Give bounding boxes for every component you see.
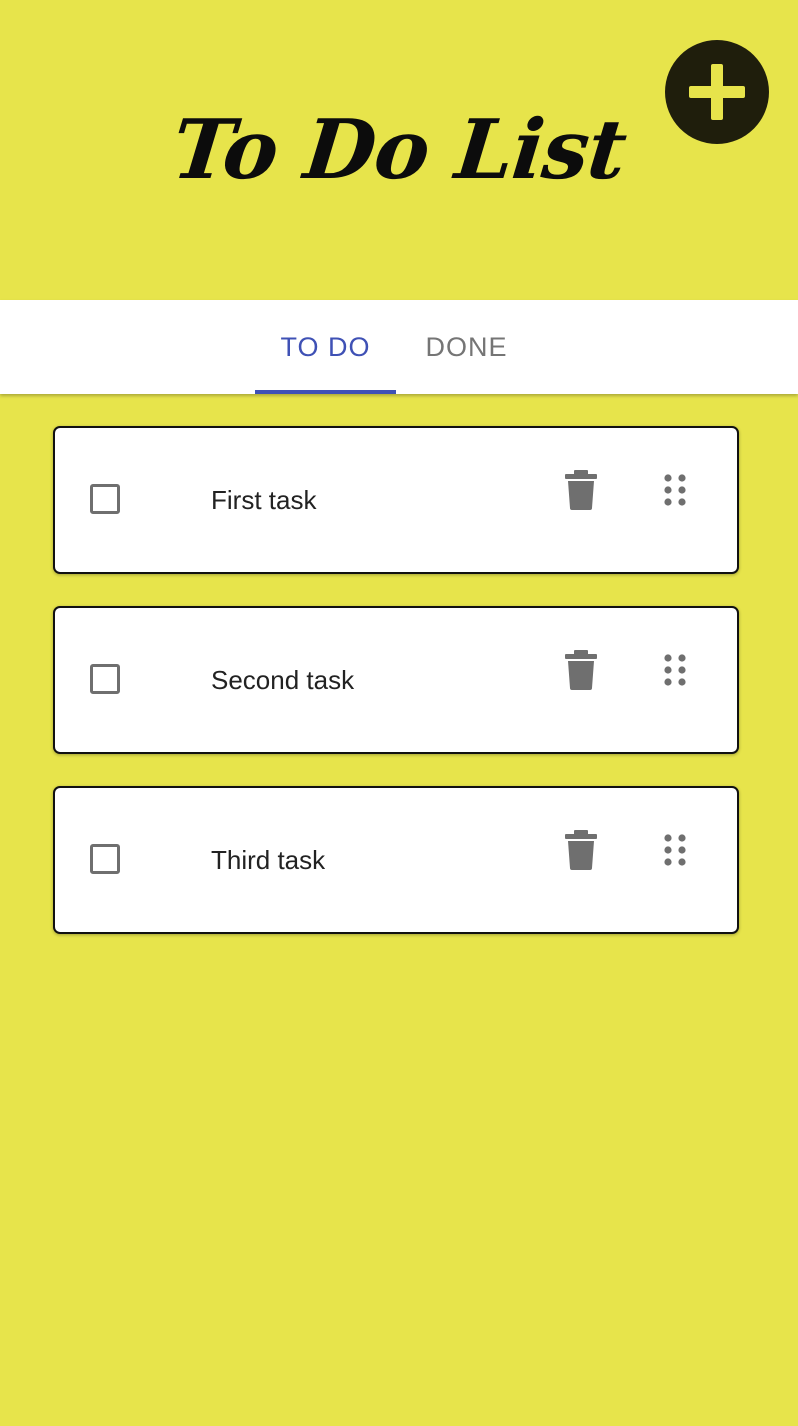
task-label: Third task [211,845,326,875]
task-checkbox[interactable] [90,484,120,514]
drag-handle-icon[interactable] [663,472,687,508]
app-header: To Do List [0,0,798,300]
drag-handle-icon[interactable] [663,652,687,688]
plus-icon [689,64,745,120]
task-card: Third task [53,786,739,934]
tab-bar: TO DO DONE [0,300,798,394]
task-label: Second task [211,665,355,695]
task-card: First task [53,426,739,574]
tab-done[interactable]: DONE [396,300,537,394]
tab-todo[interactable]: TO DO [255,300,396,394]
add-task-button[interactable] [665,40,769,144]
task-checkbox[interactable] [90,844,120,874]
drag-handle-icon[interactable] [663,832,687,868]
task-label: First task [211,485,317,515]
trash-icon[interactable] [565,650,597,690]
trash-icon[interactable] [565,830,597,870]
task-checkbox[interactable] [90,664,120,694]
trash-icon[interactable] [565,470,597,510]
tab-indicator [255,390,396,394]
task-card: Second task [53,606,739,754]
